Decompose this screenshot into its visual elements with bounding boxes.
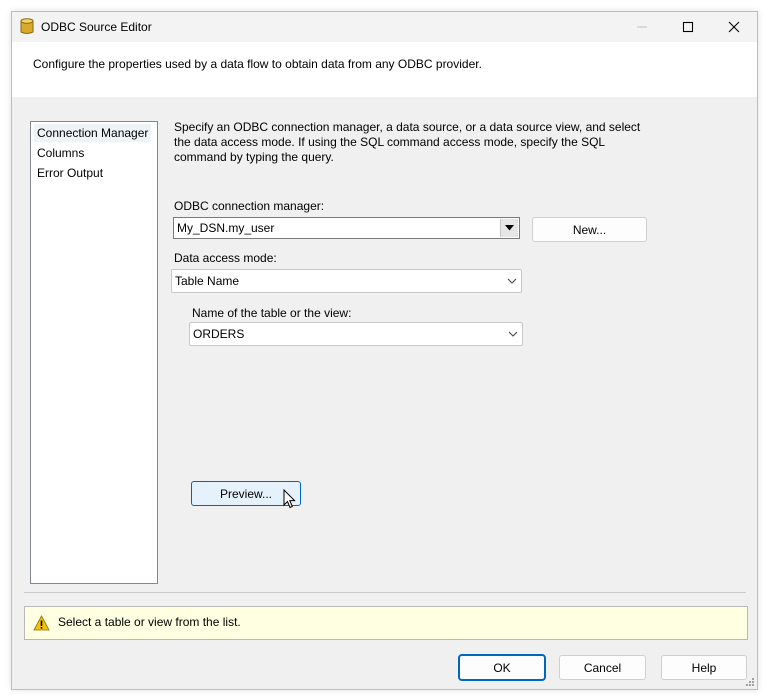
close-icon — [728, 21, 740, 33]
table-name-dropdown[interactable]: ORDERS — [189, 322, 523, 346]
mouse-cursor-icon — [283, 489, 296, 509]
header-description: Configure the properties used by a data … — [33, 57, 482, 71]
close-window-button[interactable] — [711, 12, 757, 42]
nav-item-connection-manager[interactable]: Connection Manager — [34, 124, 152, 142]
triangle-down-icon — [505, 225, 514, 231]
odbc-source-editor-dialog: ODBC Source Editor Configure the propert… — [11, 11, 758, 690]
nav-item-error-output[interactable]: Error Output — [37, 164, 103, 182]
title-bar: ODBC Source Editor — [12, 12, 757, 42]
table-name-value: ORDERS — [193, 327, 245, 341]
help-button[interactable]: Help — [661, 655, 747, 680]
ok-button[interactable]: OK — [458, 654, 546, 681]
nav-item-columns[interactable]: Columns — [37, 144, 84, 162]
minimize-button[interactable] — [619, 12, 665, 42]
chevron-down-icon — [508, 331, 518, 337]
warning-icon — [33, 615, 50, 631]
minimize-icon — [637, 26, 647, 28]
connection-manager-label: ODBC connection manager: — [174, 199, 325, 213]
page-description: Specify an ODBC connection manager, a da… — [174, 120, 641, 164]
dialog-header: Configure the properties used by a data … — [12, 42, 757, 97]
connection-manager-value: My_DSN.my_user — [177, 221, 275, 235]
cancel-button[interactable]: Cancel — [559, 655, 646, 680]
status-text: Select a table or view from the list. — [58, 615, 241, 629]
dropdown-button[interactable] — [500, 219, 518, 237]
resize-grip-icon[interactable] — [745, 677, 755, 687]
maximize-icon — [682, 21, 694, 33]
separator-line — [24, 592, 746, 593]
page-navigation-list: Connection Manager Columns Error Output — [30, 121, 158, 584]
window-title: ODBC Source Editor — [41, 20, 152, 34]
chevron-down-icon — [507, 278, 517, 284]
maximize-button[interactable] — [665, 12, 711, 42]
data-access-mode-dropdown[interactable]: Table Name — [171, 269, 522, 293]
new-connection-button[interactable]: New... — [532, 217, 647, 242]
data-access-mode-value: Table Name — [175, 274, 240, 288]
status-message-bar: Select a table or view from the list. — [24, 606, 748, 640]
database-cylinder-icon — [20, 18, 34, 34]
data-access-mode-label: Data access mode: — [174, 251, 277, 265]
connection-manager-dropdown[interactable]: My_DSN.my_user — [173, 217, 520, 239]
table-name-label: Name of the table or the view: — [192, 306, 352, 320]
